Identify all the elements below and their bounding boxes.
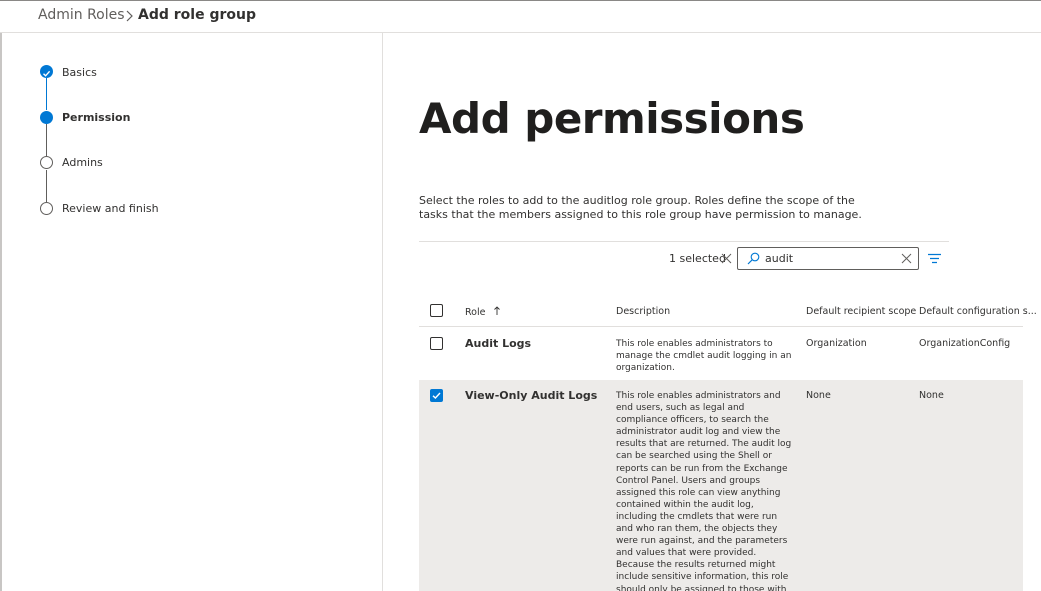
clear-selection-icon[interactable] [721, 253, 732, 264]
page-title: Add permissions [419, 94, 805, 143]
wizard-steps-pane: Basics Permission Admins Review and fini… [0, 33, 383, 591]
row-checkbox[interactable] [430, 337, 443, 350]
step-connector [46, 170, 47, 202]
step-review-finish[interactable]: Review and finish [62, 202, 159, 215]
chevron-right-icon [126, 10, 133, 22]
search-box[interactable] [737, 247, 919, 270]
role-description: This role enables administrators and end… [616, 391, 792, 591]
column-header-recipient-scope[interactable]: Default recipient scope [806, 306, 916, 317]
config-scope: OrganizationConfig [919, 338, 1011, 349]
column-header-config-scope[interactable]: Default configuration s... [919, 306, 1037, 317]
checkmark-icon [432, 392, 441, 399]
header-divider [419, 326, 1023, 327]
filter-icon[interactable] [928, 253, 941, 264]
step-pending-icon [40, 156, 53, 169]
step-admins[interactable]: Admins [62, 156, 103, 169]
step-permission[interactable]: Permission [62, 111, 130, 124]
breadcrumb-admin-roles[interactable]: Admin Roles [38, 7, 125, 23]
step-pending-icon [40, 202, 53, 215]
recipient-scope: None [806, 390, 831, 401]
step-current-icon [40, 111, 53, 124]
recipient-scope: Organization [806, 338, 867, 349]
config-scope: None [919, 390, 944, 401]
column-header-role[interactable]: Role [465, 306, 501, 318]
step-connector [46, 124, 47, 156]
clear-search-icon[interactable] [901, 253, 912, 264]
page-description: Select the roles to add to the auditlog … [419, 194, 862, 221]
step-basics[interactable]: Basics [62, 66, 97, 79]
step-complete-icon [40, 65, 53, 78]
select-all-checkbox[interactable] [430, 304, 443, 317]
divider [419, 241, 949, 242]
role-description: This role enables administrators to mana… [616, 339, 792, 374]
breadcrumb-current: Add role group [138, 7, 256, 23]
column-header-description[interactable]: Description [616, 306, 670, 317]
top-bar: Admin Roles Add role group [0, 0, 1041, 33]
search-icon [747, 252, 760, 265]
search-input[interactable] [765, 249, 895, 268]
row-checkbox-checked[interactable] [430, 389, 443, 402]
step-connector [46, 78, 47, 110]
selected-count: 1 selected [669, 252, 726, 265]
role-name[interactable]: Audit Logs [465, 337, 531, 350]
role-name[interactable]: View-Only Audit Logs [465, 389, 597, 402]
sort-ascending-icon [493, 306, 500, 315]
